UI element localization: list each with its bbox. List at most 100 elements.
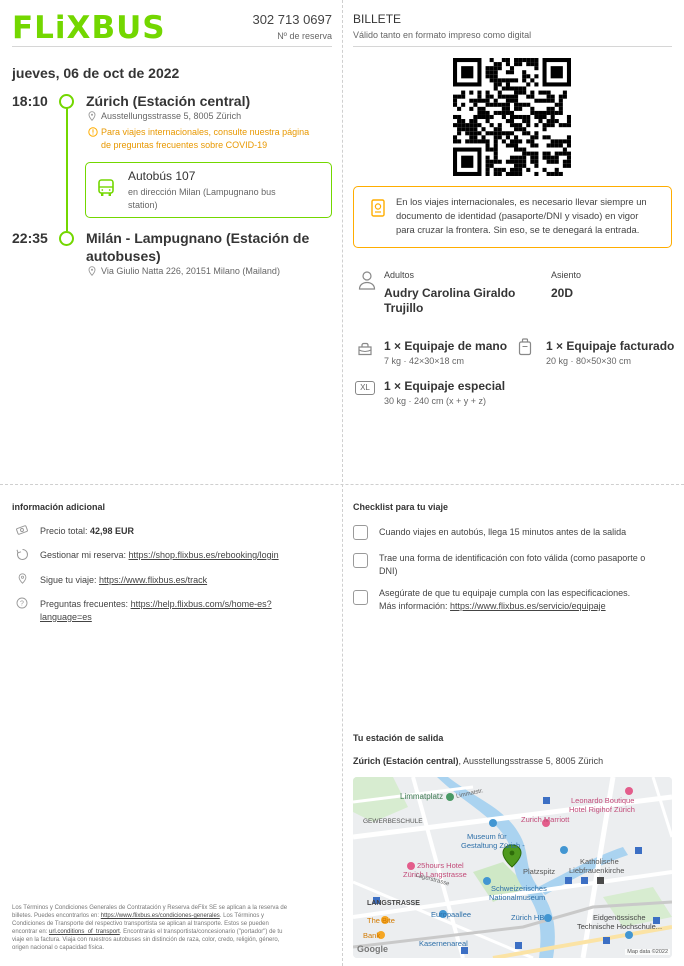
map-label-leonardo-2: Hotel Rigihof Zürich bbox=[569, 805, 635, 814]
arrival-time: 22:35 bbox=[12, 230, 48, 246]
ticket-title: BILLETE bbox=[353, 12, 402, 26]
map-label-kasernenareal: Kasernenareal bbox=[419, 939, 468, 948]
ticket-subtitle: Válido tanto en formato impreso como dig… bbox=[353, 30, 532, 40]
checklist-checkbox-1[interactable] bbox=[353, 525, 368, 540]
faq-link-continued[interactable]: language=es bbox=[40, 612, 92, 622]
legal-text: Los Términos y Condiciones Generales de … bbox=[12, 905, 288, 951]
departure-dot bbox=[59, 94, 74, 109]
map-label-platzspitz: Platzspitz bbox=[523, 867, 556, 876]
manage-booking-link[interactable]: https://shop.flixbus.es/rebooking/login bbox=[129, 550, 279, 560]
map-attribution: Map data ©2022 bbox=[625, 949, 670, 955]
manage-icon bbox=[16, 548, 29, 564]
map-label-europaallee: Europaallee bbox=[431, 910, 472, 919]
checklist-item-2-line1: Trae una forma de identificación con fot… bbox=[379, 553, 646, 563]
map-label-museum-1: Museum für bbox=[467, 832, 507, 841]
pin-icon bbox=[88, 266, 96, 279]
help-icon: ? bbox=[16, 597, 28, 612]
map-label-museum-national-2: Nationalmuseum bbox=[489, 893, 546, 902]
horizontal-divider bbox=[0, 484, 684, 485]
checked-luggage-title: 1 × Equipaje facturado bbox=[546, 339, 675, 353]
checklist-checkbox-2[interactable] bbox=[353, 553, 368, 568]
bus-icon bbox=[96, 178, 116, 201]
map-label-limmatplatz: Limmatplatz bbox=[400, 792, 444, 801]
id-warning-line1: En los viajes internacionales, es necesa… bbox=[396, 196, 647, 207]
additional-info-heading: información adicional bbox=[12, 502, 106, 512]
map-label-zurich-hb: Zürich HB bbox=[511, 913, 545, 922]
track-link[interactable]: https://www.flixbus.es/track bbox=[99, 575, 207, 585]
terms-link[interactable]: https://www.flixbus.es/condiciones-gener… bbox=[101, 913, 220, 919]
map-label-leonardo-1: Leonardo Boutique bbox=[571, 796, 635, 805]
price-value: 42,98 EUR bbox=[90, 526, 135, 536]
suitcase-icon bbox=[518, 338, 532, 359]
luggage-info-link[interactable]: https://www.flixbus.es/servicio/equipaje bbox=[450, 601, 606, 611]
pin-icon bbox=[88, 111, 96, 123]
id-warning-line2: documento de identidad (pasaporte/DNI y … bbox=[396, 210, 639, 221]
passport-icon bbox=[371, 199, 385, 220]
faq-row: Preguntas frecuentes: https://help.flixb… bbox=[40, 599, 272, 609]
arrival-dot bbox=[59, 231, 74, 246]
map-label-eth-2: Technische Hochschule... bbox=[577, 922, 663, 931]
arrival-station-line1: Milán - Lampugnano (Estación de bbox=[86, 230, 310, 246]
checklist-item-3-line1: Asegúrate de que tu equipaje cumpla con … bbox=[379, 588, 631, 598]
bus-direction-line1: en dirección Milan (Lampugnano bus bbox=[128, 187, 276, 197]
svg-text:?: ? bbox=[20, 601, 24, 608]
station-map[interactable]: Limmatplatz Limmatstr. GEWERBESCHULE Mus… bbox=[353, 777, 672, 958]
map-label-langstrasse: LANGSTRASSE bbox=[367, 900, 420, 907]
departure-station: Zúrich (Estación central) bbox=[86, 93, 251, 109]
conditions-link[interactable]: url.conditions_of_transport bbox=[49, 929, 120, 935]
adults-label: Adultos bbox=[384, 270, 415, 280]
info-icon bbox=[88, 127, 98, 140]
special-luggage-spec: 30 kg · 240 cm (x + y + z) bbox=[384, 396, 487, 406]
location-icon bbox=[18, 573, 27, 587]
checklist-checkbox-3[interactable] bbox=[353, 590, 368, 605]
track-row: Sigue tu viaje: https://www.flixbus.es/t… bbox=[40, 575, 208, 585]
xl-badge-icon: XL bbox=[355, 381, 375, 395]
checked-luggage-spec: 20 kg · 80×50×30 cm bbox=[546, 356, 632, 366]
map-label-museum-national-1: Schweizerisches bbox=[491, 884, 547, 893]
map-label-katholische-2: Liebfrauenkirche bbox=[569, 866, 625, 875]
flixbus-logo: FLiXBUS bbox=[12, 10, 166, 46]
map-label-25hours-1: 25hours Hotel bbox=[417, 861, 464, 870]
header-separator bbox=[12, 46, 332, 47]
money-icon bbox=[16, 524, 30, 539]
checklist-heading: Checklist para tu viaje bbox=[353, 502, 449, 512]
timeline-line bbox=[66, 108, 68, 231]
station-line: Zúrich (Estación central), Ausstellungss… bbox=[353, 756, 604, 766]
booking-number: 302 713 0697 bbox=[252, 12, 332, 27]
price-row: Precio total: 42,98 EUR bbox=[40, 526, 135, 536]
passenger-name-line1: Audry Carolina Giraldo bbox=[384, 286, 516, 300]
manage-row: Gestionar mi reserva: https://shop.flixb… bbox=[40, 550, 279, 560]
checklist-item-3-line2: Más información: https://www.flixbus.es/… bbox=[379, 601, 606, 611]
map-label-gewerbeschule: GEWERBESCHULE bbox=[363, 818, 423, 825]
bus-name: Autobús 107 bbox=[128, 169, 196, 183]
departure-address: Ausstellungsstrasse 5, 8005 Zürich bbox=[101, 111, 242, 121]
ticket-separator bbox=[353, 46, 672, 47]
id-warning-line3: para cruzar la frontera. Sin eso, se te … bbox=[396, 224, 640, 235]
bus-direction-line2: station) bbox=[128, 200, 158, 210]
checklist-item-1: Cuando viajes en autobús, llega 15 minut… bbox=[379, 527, 627, 537]
person-icon bbox=[358, 270, 376, 293]
hand-luggage-spec: 7 kg · 42×30×18 cm bbox=[384, 356, 465, 366]
booking-label: Nº de reserva bbox=[277, 31, 332, 41]
map-label-marriott: Zurich Marriott bbox=[521, 815, 570, 824]
map-label-museum-2: Gestaltung Zürich - bbox=[461, 841, 525, 850]
faq-link[interactable]: https://help.flixbus.com/s/home-es? bbox=[131, 599, 272, 609]
map-label-eth-1: Eidgenössische bbox=[593, 913, 646, 922]
departure-time: 18:10 bbox=[12, 93, 48, 109]
qr-code bbox=[453, 58, 571, 176]
seat-label: Asiento bbox=[551, 270, 582, 280]
map-label-the-bite: The Bite bbox=[367, 916, 395, 925]
covid-notice-line1: Para viajes internacionales, consulte nu… bbox=[101, 127, 310, 137]
arrival-address: Via Giulio Natta 226, 20151 Milano (Mail… bbox=[101, 266, 280, 276]
station-name: Zúrich (Estación central) bbox=[353, 756, 459, 766]
trip-date: jueves, 06 de oct de 2022 bbox=[12, 65, 180, 81]
passenger-name-line2: Trujillo bbox=[384, 301, 424, 315]
map-label-katholische-1: Katholische bbox=[580, 857, 619, 866]
faq-row-2: language=es bbox=[40, 612, 92, 622]
hand-luggage-icon bbox=[357, 342, 373, 359]
station-heading: Tu estación de salida bbox=[353, 733, 444, 743]
hand-luggage-title: 1 × Equipaje de mano bbox=[384, 339, 508, 353]
checklist-item-2-line2: DNI) bbox=[379, 566, 398, 576]
arrival-station-line2: autobuses) bbox=[86, 248, 161, 264]
seat-number: 20D bbox=[551, 286, 574, 300]
